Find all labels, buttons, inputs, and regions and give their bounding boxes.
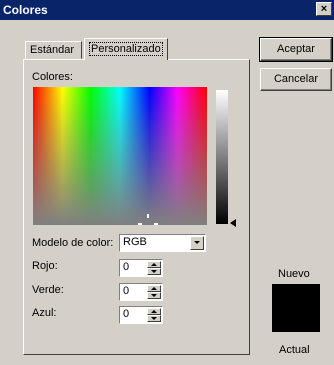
luminance-arrow-icon[interactable] — [230, 219, 236, 227]
tab-estandar[interactable]: Estándar — [25, 41, 82, 59]
green-value[interactable]: 0 — [123, 285, 129, 297]
green-label: Verde: — [32, 284, 64, 296]
luminance-slider[interactable] — [216, 90, 228, 224]
color-model-label: Modelo de color: — [32, 237, 114, 249]
crosshair-icon — [138, 214, 158, 225]
red-value[interactable]: 0 — [123, 261, 129, 273]
red-down-icon[interactable] — [147, 268, 161, 275]
chevron-down-icon[interactable] — [190, 236, 204, 250]
color-model-value: RGB — [123, 236, 147, 248]
red-label: Rojo: — [32, 260, 58, 272]
window-title: Colores — [3, 3, 48, 17]
blue-spinner[interactable]: 0 — [119, 306, 163, 324]
red-up-icon[interactable] — [147, 261, 161, 268]
colors-label: Colores: — [32, 71, 73, 83]
tab-personalizado-label: Personalizado — [89, 42, 163, 56]
close-button[interactable]: × — [316, 2, 332, 16]
title-bar: Colores × — [0, 0, 334, 20]
close-icon: × — [320, 3, 328, 15]
blue-down-icon[interactable] — [147, 315, 161, 322]
blue-up-icon[interactable] — [147, 308, 161, 315]
green-spinner[interactable]: 0 — [119, 283, 163, 301]
blue-value[interactable]: 0 — [123, 308, 129, 320]
red-spinner[interactable]: 0 — [119, 259, 163, 277]
color-preview-swatch — [272, 284, 320, 332]
color-model-select[interactable]: RGB — [119, 234, 206, 252]
current-color-label: Actual — [279, 344, 310, 356]
color-spectrum[interactable] — [33, 87, 207, 225]
blue-label: Azul: — [32, 307, 57, 319]
new-color-label: Nuevo — [278, 268, 310, 280]
tab-personalizado[interactable]: Personalizado — [84, 38, 168, 60]
tab-estandar-label: Estándar — [30, 44, 75, 56]
cancel-button[interactable]: Cancelar — [260, 68, 332, 91]
green-up-icon[interactable] — [147, 285, 161, 292]
green-down-icon[interactable] — [147, 292, 161, 299]
ok-button[interactable]: Aceptar — [259, 37, 333, 62]
